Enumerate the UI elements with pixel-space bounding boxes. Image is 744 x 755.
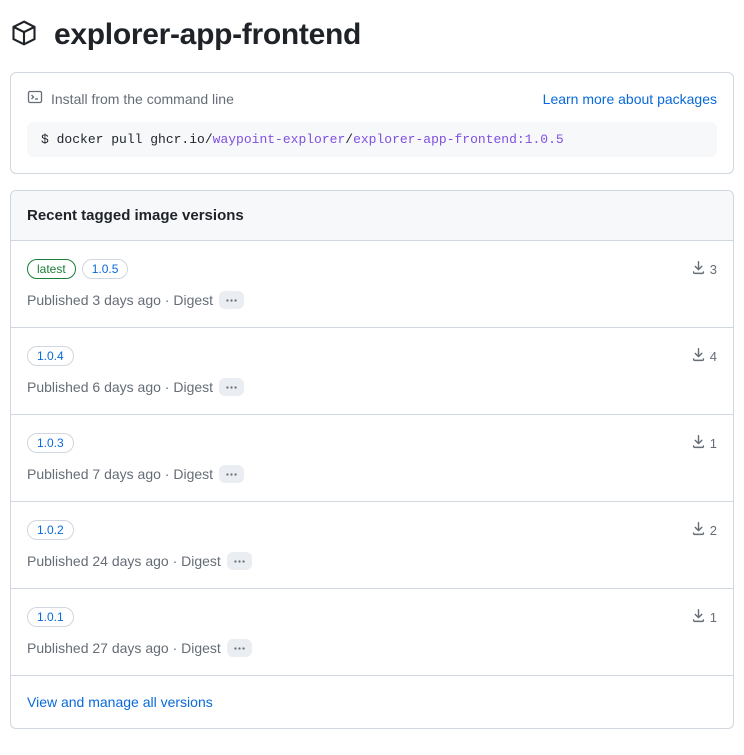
download-icon: [691, 260, 706, 278]
download-count: 3: [691, 260, 717, 278]
download-value: 3: [710, 262, 717, 277]
version-row: 1.0.2 2 Published 24 days ago · Digest: [11, 502, 733, 589]
page-header: explorer-app-frontend: [10, 10, 734, 72]
digest-expand-button[interactable]: [227, 639, 252, 657]
page-title: explorer-app-frontend: [54, 18, 361, 52]
download-count: 1: [691, 608, 717, 626]
download-icon: [691, 434, 706, 452]
version-row-top: 1.0.3 1: [27, 433, 717, 453]
version-tags: 1.0.2: [27, 520, 74, 540]
download-count: 4: [691, 347, 717, 365]
install-command[interactable]: $ docker pull ghcr.io/waypoint-explorer/…: [27, 122, 717, 157]
version-meta: Published 27 days ago · Digest: [27, 639, 717, 657]
cmd-prefix: docker pull ghcr.io/: [57, 132, 213, 147]
view-all-versions-link[interactable]: View and manage all versions: [11, 676, 733, 728]
published-text: Published 6 days ago · Digest: [27, 379, 213, 395]
version-row: 1.0.1 1 Published 27 days ago · Digest: [11, 589, 733, 676]
container-icon: [10, 19, 38, 52]
digest-expand-button[interactable]: [219, 378, 244, 396]
version-row-top: latest 1.0.5 3: [27, 259, 717, 279]
published-text: Published 3 days ago · Digest: [27, 292, 213, 308]
version-meta: Published 7 days ago · Digest: [27, 465, 717, 483]
version-row: latest 1.0.5 3 Published 3 days ago · Diges…: [11, 241, 733, 328]
published-text: Published 24 days ago · Digest: [27, 553, 221, 569]
download-icon: [691, 521, 706, 539]
download-count: 2: [691, 521, 717, 539]
digest-expand-button[interactable]: [219, 291, 244, 309]
download-value: 1: [710, 436, 717, 451]
version-row-top: 1.0.2 2: [27, 520, 717, 540]
install-label: Install from the command line: [51, 91, 234, 107]
versions-box: Recent tagged image versions latest 1.0.5…: [10, 190, 734, 729]
digest-expand-button[interactable]: [219, 465, 244, 483]
versions-list: latest 1.0.5 3 Published 3 days ago · Diges…: [11, 241, 733, 676]
version-tags: 1.0.3: [27, 433, 74, 453]
published-text: Published 27 days ago · Digest: [27, 640, 221, 656]
version-meta: Published 6 days ago · Digest: [27, 378, 717, 396]
digest-expand-button[interactable]: [227, 552, 252, 570]
download-icon: [691, 608, 706, 626]
version-meta: Published 3 days ago · Digest: [27, 291, 717, 309]
terminal-icon: [27, 89, 43, 108]
version-row-top: 1.0.1 1: [27, 607, 717, 627]
version-tags: latest 1.0.5: [27, 259, 128, 279]
version-meta: Published 24 days ago · Digest: [27, 552, 717, 570]
version-row-top: 1.0.4 4: [27, 346, 717, 366]
version-tags: 1.0.4: [27, 346, 74, 366]
download-value: 2: [710, 523, 717, 538]
version-tag[interactable]: 1.0.2: [27, 520, 74, 540]
download-count: 1: [691, 434, 717, 452]
version-tag[interactable]: 1.0.4: [27, 346, 74, 366]
published-text: Published 7 days ago · Digest: [27, 466, 213, 482]
version-tags: 1.0.1: [27, 607, 74, 627]
versions-heading: Recent tagged image versions: [11, 191, 733, 241]
download-icon: [691, 347, 706, 365]
learn-more-link[interactable]: Learn more about packages: [543, 91, 717, 107]
cmd-pkg[interactable]: explorer-app-frontend:1.0.5: [353, 132, 564, 147]
cmd-org[interactable]: waypoint-explorer: [213, 132, 346, 147]
cmd-slash: /: [345, 132, 353, 147]
install-box: Install from the command line Learn more…: [10, 72, 734, 174]
latest-tag[interactable]: latest: [27, 259, 76, 279]
install-header: Install from the command line Learn more…: [27, 89, 717, 108]
version-row: 1.0.3 1 Published 7 days ago · Digest: [11, 415, 733, 502]
version-row: 1.0.4 4 Published 6 days ago · Digest: [11, 328, 733, 415]
version-tag[interactable]: 1.0.3: [27, 433, 74, 453]
version-tag[interactable]: 1.0.1: [27, 607, 74, 627]
download-value: 4: [710, 349, 717, 364]
cmd-prompt: $: [41, 132, 57, 147]
download-value: 1: [710, 610, 717, 625]
version-tag[interactable]: 1.0.5: [82, 259, 129, 279]
